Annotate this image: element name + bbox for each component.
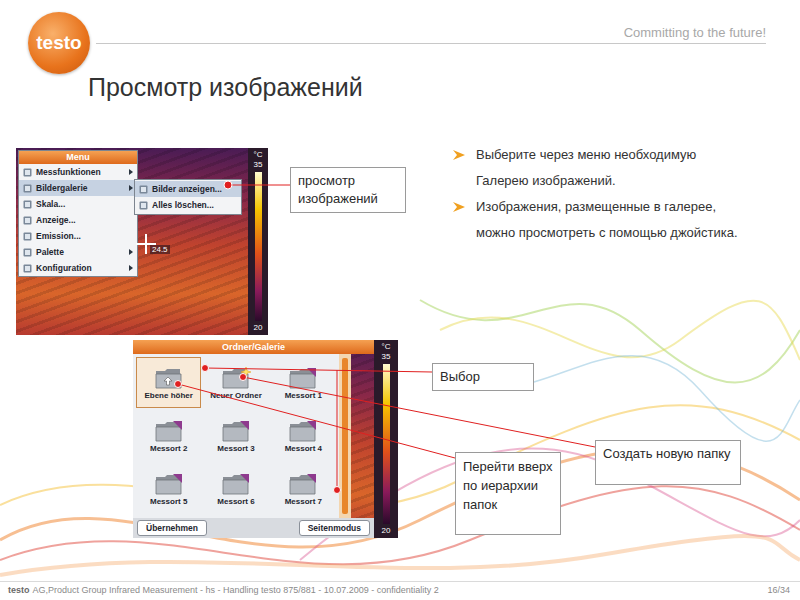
wave-line (0, 536, 800, 575)
scale-min: 20 (382, 526, 391, 536)
folder-icon (221, 419, 251, 443)
folder-item[interactable]: Messort 2 (136, 410, 201, 461)
menu-item[interactable]: Emission... (19, 228, 137, 244)
arrow-bullet-icon (452, 149, 466, 161)
callout-view-images: просмотр изображений (290, 167, 406, 213)
folder-icon (154, 419, 184, 443)
scale-colorbar (383, 364, 390, 524)
footer-text: testoAG,Product Group Infrared Measureme… (8, 585, 439, 595)
temperature-scale: °C35 20 (248, 148, 268, 335)
scrollbar-thumb[interactable] (342, 358, 348, 514)
gallery-title: Ordner/Galerie (133, 340, 374, 354)
folder-item[interactable]: Messort 1 (271, 357, 336, 408)
callout-go-up: Перейти вверх по иерархии папок (455, 452, 561, 535)
folder-item[interactable]: Messort 5 (136, 464, 201, 515)
callout-connector (222, 178, 294, 192)
scrollbar[interactable] (339, 354, 351, 518)
submenu-arrow-icon (129, 265, 133, 271)
menu-item[interactable]: Konfiguration (19, 260, 137, 276)
footer: testoAG,Product Group Infrared Measureme… (0, 581, 800, 600)
scale-max: 35 (254, 160, 263, 170)
wave-line (0, 405, 800, 509)
bullet-list: Выберите через меню необходимую Галерею … (452, 142, 752, 246)
page-number: 16/34 (767, 585, 790, 595)
folder-icon (288, 472, 318, 496)
bullet-item: Выберите через меню необходимую Галерею … (452, 142, 752, 194)
menu-item-icon (23, 248, 32, 257)
menu-title: Menu (19, 151, 137, 164)
folder-item[interactable]: Messort 6 (203, 464, 268, 515)
menu-item-icon (23, 232, 32, 241)
menu-item-icon (23, 168, 32, 177)
button-bar: Übernehmen Seitenmodus (133, 518, 374, 538)
menu-item[interactable]: Messfunktionen (19, 164, 137, 180)
submenu-item[interactable]: Alles löschen... (135, 197, 241, 213)
wave-line (440, 301, 800, 360)
folder-item[interactable]: Messort 3 (203, 410, 268, 461)
submenu-arrow-icon (129, 185, 133, 191)
softkey-button[interactable]: Seitenmodus (299, 520, 370, 536)
slide-title: Просмотр изображений (88, 72, 800, 102)
submenu-item-icon (139, 185, 148, 194)
folder-grid: Ebene höherNeuer OrdnerMessort 1Messort … (133, 354, 339, 518)
scale-colorbar (255, 172, 262, 321)
scale-unit: °C (382, 342, 391, 352)
menu-screenshot: MenuMessfunktionenBildergalerieSkala...A… (16, 148, 268, 335)
softkey-button[interactable]: Übernehmen (137, 520, 207, 536)
menu-item-icon (23, 216, 32, 225)
temperature-reading: 24.5 (150, 245, 170, 254)
menu-item-icon (23, 184, 32, 193)
menu-item-icon (23, 264, 32, 273)
submenu-arrow-icon (129, 169, 133, 175)
folder-item[interactable]: Neuer Ordner (203, 357, 268, 408)
menu-item[interactable]: Skala... (19, 196, 137, 212)
tagline: Committing to the future! (624, 25, 766, 40)
wave-line (0, 486, 800, 564)
folder-item[interactable]: Messort 4 (271, 410, 336, 461)
folder-icon (221, 472, 251, 496)
callout-new-folder: Создать новую папку (595, 440, 741, 485)
folder-item[interactable]: Messort 7 (271, 464, 336, 515)
arrow-bullet-icon (452, 201, 466, 213)
menu-item[interactable]: Bildergalerie (19, 180, 137, 196)
menu: MenuMessfunktionenBildergalerieSkala...A… (18, 150, 138, 277)
callout-select: Выбор (432, 363, 534, 391)
gallery-screenshot: Ordner/GalerieEbene höherNeuer OrdnerMes… (133, 340, 398, 538)
crosshair: 24.5 (136, 234, 156, 254)
folder-item[interactable]: Ebene höher (136, 357, 201, 408)
testo-logo: testo (28, 12, 90, 74)
bullet-item: Изображения, размещенные в галерее, можн… (452, 194, 752, 246)
gallery-panel: Ordner/GalerieEbene höherNeuer OrdnerMes… (133, 340, 374, 538)
folder-icon (154, 472, 184, 496)
scale-min: 20 (254, 323, 263, 333)
menu-item[interactable]: Palette (19, 244, 137, 260)
header: testo Committing to the future! (0, 0, 800, 74)
folder-icon (288, 419, 318, 443)
scale-unit: °C (254, 150, 263, 160)
menu-item[interactable]: Anzeige... (19, 212, 137, 228)
slide: testo Committing to the future! Просмотр и… (0, 0, 800, 600)
scale-max: 35 (382, 352, 391, 362)
menu-item-icon (23, 200, 32, 209)
header-rule: Committing to the future! (96, 12, 766, 44)
submenu-item-icon (139, 201, 148, 210)
submenu-arrow-icon (129, 249, 133, 255)
temperature-scale: °C35 20 (374, 340, 398, 538)
